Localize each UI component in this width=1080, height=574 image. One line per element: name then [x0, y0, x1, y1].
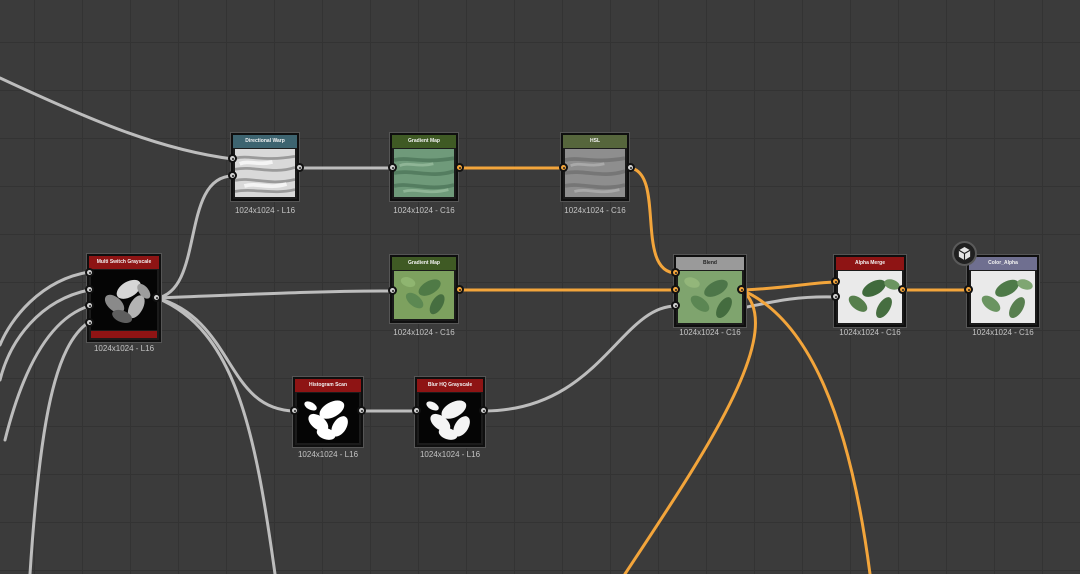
node-info: 1024x1024 - L16	[234, 206, 296, 215]
node-thumbnail	[235, 149, 295, 197]
input-port[interactable]	[290, 406, 299, 415]
output-port[interactable]	[455, 285, 464, 294]
node-blend[interactable]: Blend	[674, 255, 746, 327]
input-port[interactable]	[964, 285, 973, 294]
node-title: Multi Switch Grayscale	[89, 256, 159, 269]
input-port[interactable]	[831, 292, 840, 301]
node-title: HSL	[563, 135, 627, 148]
wire	[740, 280, 838, 292]
node-title: Alpha Merge	[836, 257, 904, 270]
output-port[interactable]	[295, 163, 304, 172]
input-port[interactable]	[671, 285, 680, 294]
input-port[interactable]	[671, 301, 680, 310]
node-info: 1024x1024 - C16	[564, 206, 626, 215]
node-thumbnail	[678, 271, 742, 323]
node-info: 1024x1024 - L16	[297, 450, 359, 459]
node-hsl[interactable]: HSL	[561, 133, 629, 201]
node-color-alpha-output[interactable]: Color_Alpha	[967, 255, 1039, 327]
node-info: 1024x1024 - C16	[972, 328, 1034, 337]
input-port[interactable]	[412, 406, 421, 415]
cube-icon[interactable]	[952, 241, 977, 266]
input-port[interactable]	[85, 301, 94, 310]
node-info: 1024x1024 - C16	[393, 206, 455, 215]
output-port[interactable]	[626, 163, 635, 172]
node-info: 1024x1024 - L16	[419, 450, 481, 459]
output-port[interactable]	[455, 163, 464, 172]
node-directional-warp[interactable]: Directional Warp	[231, 133, 299, 201]
node-title: Color_Alpha	[969, 257, 1037, 270]
node-alpha-merge[interactable]: Alpha Merge	[834, 255, 906, 327]
input-port[interactable]	[559, 163, 568, 172]
node-thumbnail	[565, 149, 625, 197]
wire	[155, 296, 277, 574]
node-title: Directional Warp	[233, 135, 297, 148]
input-port[interactable]	[388, 286, 397, 295]
node-blur-hq-grayscale[interactable]: Blur HQ Grayscale	[415, 377, 485, 447]
input-port[interactable]	[228, 154, 237, 163]
node-thumbnail	[297, 393, 359, 443]
node-title: Blur HQ Grayscale	[417, 379, 483, 392]
node-thumbnail	[394, 149, 454, 197]
node-thumbnail	[394, 271, 454, 319]
input-port[interactable]	[228, 171, 237, 180]
node-thumbnail	[419, 393, 481, 443]
wire	[155, 296, 297, 413]
output-port[interactable]	[898, 285, 907, 294]
output-port[interactable]	[152, 293, 161, 302]
connection-wires	[0, 76, 970, 574]
wire	[629, 166, 678, 275]
output-port[interactable]	[357, 406, 366, 415]
node-info: 1024x1024 - L16	[93, 344, 155, 353]
input-port[interactable]	[85, 268, 94, 277]
node-multi-switch-grayscale[interactable]: Multi Switch Grayscale	[87, 254, 161, 342]
wire	[0, 76, 235, 161]
input-port[interactable]	[831, 277, 840, 286]
node-title: Histogram Scan	[295, 379, 361, 392]
node-thumbnail	[838, 271, 902, 323]
wire	[155, 174, 235, 300]
input-port[interactable]	[671, 268, 680, 277]
input-port[interactable]	[85, 318, 94, 327]
output-port[interactable]	[737, 285, 746, 294]
node-thumbnail	[91, 270, 157, 330]
node-gradient-map[interactable]: Gradient Map	[390, 133, 458, 201]
node-title: Gradient Map	[392, 257, 456, 270]
wire	[28, 320, 91, 574]
node-footer	[91, 331, 157, 338]
node-info: 1024x1024 - C16	[839, 328, 901, 337]
output-port[interactable]	[479, 406, 488, 415]
wire	[483, 304, 678, 413]
node-info: 1024x1024 - C16	[393, 328, 455, 337]
node-info: 1024x1024 - C16	[679, 328, 741, 337]
input-port[interactable]	[388, 163, 397, 172]
node-histogram-scan[interactable]: Histogram Scan	[293, 377, 363, 447]
node-gradient-map[interactable]: Gradient Map	[390, 255, 458, 323]
node-title: Blend	[676, 257, 744, 270]
wire	[155, 289, 394, 300]
input-port[interactable]	[85, 285, 94, 294]
node-thumbnail	[971, 271, 1035, 323]
node-title: Gradient Map	[392, 135, 456, 148]
